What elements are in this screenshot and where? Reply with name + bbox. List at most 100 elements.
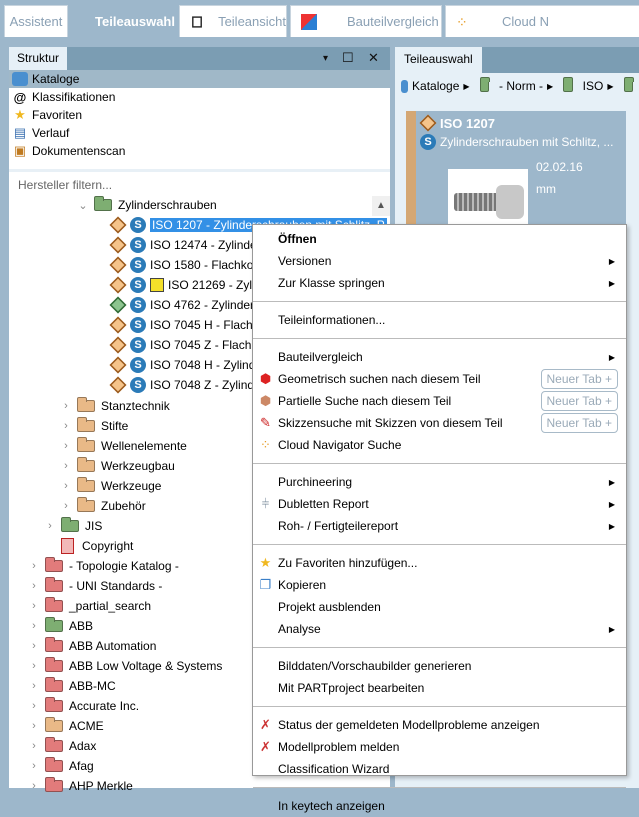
tree-node-catalog[interactable]: ›Afag (27, 756, 94, 776)
menu-item[interactable]: Bilddaten/Vorschaubilder generieren (253, 655, 626, 677)
tree-node-folder[interactable]: ›Werkzeugbau (59, 456, 175, 476)
chevron-right-icon[interactable]: › (27, 580, 41, 592)
tab-cloud-navigator[interactable]: ⁘Cloud N (445, 5, 639, 37)
chevron-right-icon[interactable]: › (27, 600, 41, 612)
menu-item[interactable]: Öffnen (253, 228, 626, 250)
tree-node-part[interactable]: SISO 4762 - Zylinders (110, 295, 260, 315)
tree-node-part[interactable]: SISO 7045 H - Flachko (110, 315, 265, 335)
panel-tab-struktur[interactable]: Struktur (9, 47, 67, 70)
chevron-right-icon[interactable]: › (27, 740, 41, 752)
chevron-right-icon[interactable]: › (59, 420, 73, 432)
chevron-right-icon[interactable]: › (59, 400, 73, 412)
tree-node-catalog[interactable]: ›- Topologie Katalog - (27, 556, 179, 576)
menu-item[interactable]: ⫩Dubletten Report▶ (253, 493, 626, 515)
tree-node-catalog[interactable]: ›Adax (27, 736, 96, 756)
menu-item[interactable]: Purchineering▶ (253, 471, 626, 493)
menu-item[interactable]: ✗Status der gemeldeten Modellprobleme an… (253, 714, 626, 736)
chevron-right-icon[interactable]: › (27, 760, 41, 772)
menu-item[interactable]: Projekt ausblenden (253, 596, 626, 618)
tab-teileauswahl[interactable]: Teileauswahl (70, 5, 176, 37)
nav-kataloge[interactable]: Kataloge (9, 70, 390, 88)
close-icon[interactable]: ✕ (368, 50, 379, 66)
tree-node-folder[interactable]: › Stifte (59, 416, 128, 436)
tree-node-folder[interactable]: ›Zubehör (59, 496, 146, 516)
chevron-right-icon[interactable]: › (59, 500, 73, 512)
tree-node-zylinderschrauben[interactable]: ⌄ Zylinderschrauben (76, 195, 217, 215)
menu-item-label: Status der gemeldeten Modellprobleme anz… (278, 718, 540, 732)
tree-node-catalog[interactable]: › ACME (27, 716, 104, 736)
menu-item[interactable]: ❐Kopieren (253, 574, 626, 596)
tree-node-catalog[interactable]: ›ABB Automation (27, 636, 156, 656)
menu-item[interactable]: In keytech anzeigen (253, 795, 626, 817)
folder-icon (563, 80, 572, 92)
chevron-right-icon[interactable]: › (27, 720, 41, 732)
tree-node-jis[interactable]: ›JIS (43, 516, 102, 536)
tree-node-part[interactable]: SISO 7045 Z - Flachko (110, 335, 264, 355)
maximize-icon[interactable]: ☐ (342, 50, 354, 66)
menu-item[interactable]: Teileinformationen... (253, 309, 626, 331)
menu-item[interactable]: Bauteilvergleich▶ (253, 346, 626, 368)
menu-item[interactable]: ✗Modellproblem melden (253, 736, 626, 758)
chevron-right-icon[interactable]: › (59, 480, 73, 492)
chevron-right-icon[interactable]: › (27, 700, 41, 712)
nav-verlauf[interactable]: ▤Verlauf (9, 124, 390, 142)
nav-dokumentenscan[interactable]: ▣Dokumentenscan (9, 142, 390, 160)
chevron-right-icon[interactable]: › (27, 640, 41, 652)
chevron-right-icon[interactable]: › (59, 440, 73, 452)
tab-assistent[interactable]: Assistent (4, 5, 68, 37)
tree-node-folder[interactable]: ›Stanztechnik (59, 396, 170, 416)
chevron-right-icon[interactable]: › (27, 680, 41, 692)
menu-item[interactable]: Versionen▶ (253, 250, 626, 272)
scroll-up-button[interactable]: ▲ (372, 196, 390, 216)
menu-item[interactable]: ⁘Cloud Navigator Suche (253, 434, 626, 456)
tree-node-catalog[interactable]: ›AHP Merkle (27, 776, 133, 796)
nav-favoriten[interactable]: ★Favoriten (9, 106, 390, 124)
tree-node-part[interactable]: SISO 1580 - Flachkopf (110, 255, 263, 275)
tree-node-catalog[interactable]: ›ABB Low Voltage & Systems (27, 656, 222, 676)
tree-node-folder[interactable]: ›Wellenelemente (59, 436, 187, 456)
breadcrumb-norm[interactable]: - Norm - (499, 79, 543, 93)
menu-item[interactable]: Classification Wizard (253, 758, 626, 780)
dropdown-icon[interactable]: ▾ (323, 53, 328, 64)
chevron-right-icon[interactable]: › (27, 620, 41, 632)
menu-item[interactable]: Zur Klasse springen▶ (253, 272, 626, 294)
tab-bauteilvergleich[interactable]: Bauteilvergleich (290, 5, 442, 37)
tree-node-catalog[interactable]: ›ABB (27, 616, 93, 636)
tab-teileansicht[interactable]: Teileansicht (179, 5, 287, 37)
tree-node-part[interactable]: SISO 7048 H - Zylinde (110, 355, 262, 375)
menu-item[interactable]: Mit PARTproject bearbeiten (253, 677, 626, 699)
menu-item[interactable]: ★Zu Favoriten hinzufügen... (253, 552, 626, 574)
new-tab-button[interactable]: Neuer Tab + (541, 391, 619, 411)
tree-node-catalog[interactable]: ›ABB-MC (27, 676, 116, 696)
chevron-down-icon[interactable]: ⌄ (76, 199, 90, 212)
breadcrumb-iso[interactable]: ISO (583, 79, 604, 93)
tree-label: Stifte (101, 419, 128, 433)
new-tab-button[interactable]: Neuer Tab + (541, 369, 619, 389)
tree-node-copyright[interactable]: Copyright (61, 536, 133, 556)
tree-node-part[interactable]: SISO 12474 - Zylinder (110, 235, 261, 255)
manufacturer-filter-input[interactable]: Hersteller filtern... (9, 169, 390, 195)
tree-node-folder[interactable]: ›Werkzeuge (59, 476, 161, 496)
tree-label: Zylinderschrauben (118, 198, 217, 212)
tree-node-catalog[interactable]: ›- UNI Standards - (27, 576, 162, 596)
new-tab-button[interactable]: Neuer Tab + (541, 413, 619, 433)
tree-node-part[interactable]: SISO 21269 - Zylin (110, 275, 261, 295)
chevron-right-icon[interactable]: › (27, 660, 41, 672)
chevron-right-icon[interactable]: › (27, 780, 41, 792)
menu-item[interactable]: Roh- / Fertigteilereport▶ (253, 515, 626, 537)
menu-item[interactable]: ✎Skizzensuche mit Skizzen von diesem Tei… (253, 412, 626, 434)
tree-node-catalog[interactable]: ›_partial_search (27, 596, 151, 616)
chevron-right-icon[interactable]: › (59, 460, 73, 472)
menu-item[interactable]: ⬢Geometrisch suchen nach diesem TeilNeue… (253, 368, 626, 390)
tree-label: ACME (69, 719, 104, 733)
nav-klassifikationen[interactable]: @Klassifikationen (9, 88, 390, 106)
tree-node-part[interactable]: SISO 7048 Z - Zylinde (110, 375, 261, 395)
panel-tab-teileauswahl[interactable]: Teileauswahl (395, 47, 482, 73)
breadcrumb-kataloge[interactable]: Kataloge (412, 79, 459, 93)
folder-icon (45, 760, 63, 772)
menu-item[interactable]: ⬢Partielle Suche nach diesem TeilNeuer T… (253, 390, 626, 412)
chevron-right-icon[interactable]: › (27, 560, 41, 572)
menu-item[interactable]: Analyse▶ (253, 618, 626, 640)
chevron-right-icon[interactable]: › (43, 520, 57, 532)
tree-node-catalog[interactable]: ›Accurate Inc. (27, 696, 139, 716)
